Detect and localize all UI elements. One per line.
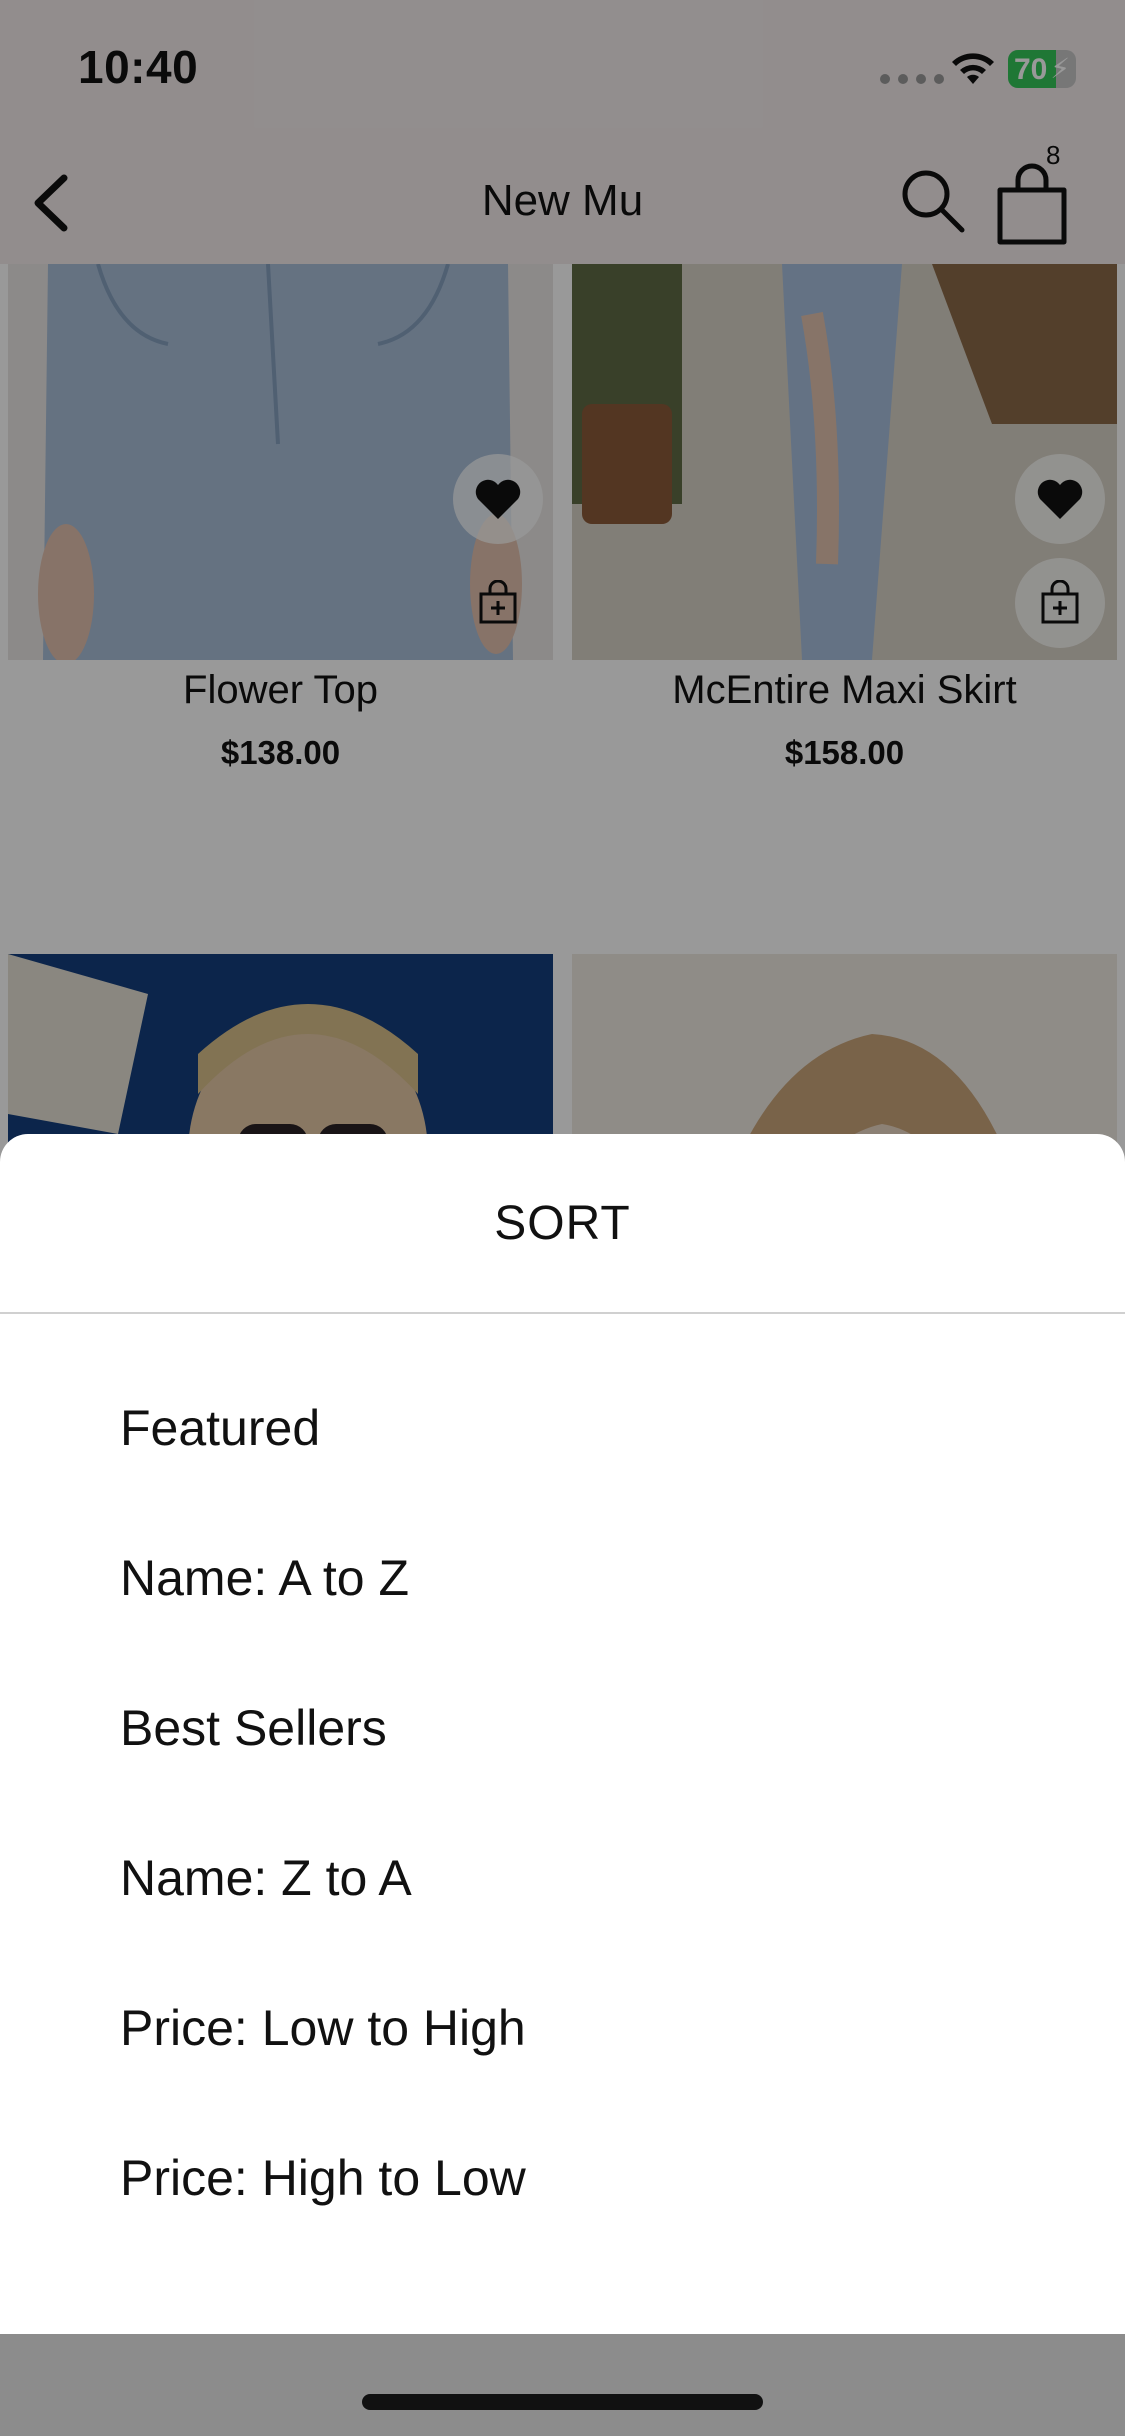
sort-options-list: Featured Name: A to Z Best Sellers Name:… [0, 1384, 1125, 2284]
sort-option-name-a-to-z[interactable]: Name: A to Z [0, 1534, 1125, 1684]
home-indicator-area [0, 2334, 1125, 2436]
sort-option-name-z-to-a[interactable]: Name: Z to A [0, 1834, 1125, 1984]
sort-option-price-low-to-high[interactable]: Price: Low to High [0, 1984, 1125, 2134]
sort-option-price-high-to-low[interactable]: Price: High to Low [0, 2134, 1125, 2284]
sort-option-best-sellers[interactable]: Best Sellers [0, 1684, 1125, 1834]
home-indicator[interactable] [362, 2394, 763, 2410]
sort-option-featured[interactable]: Featured [0, 1384, 1125, 1534]
sort-sheet-title: SORT [494, 1197, 631, 1250]
sort-sheet: SORT Featured Name: A to Z Best Sellers … [0, 1134, 1125, 2334]
sheet-divider [0, 1312, 1125, 1314]
